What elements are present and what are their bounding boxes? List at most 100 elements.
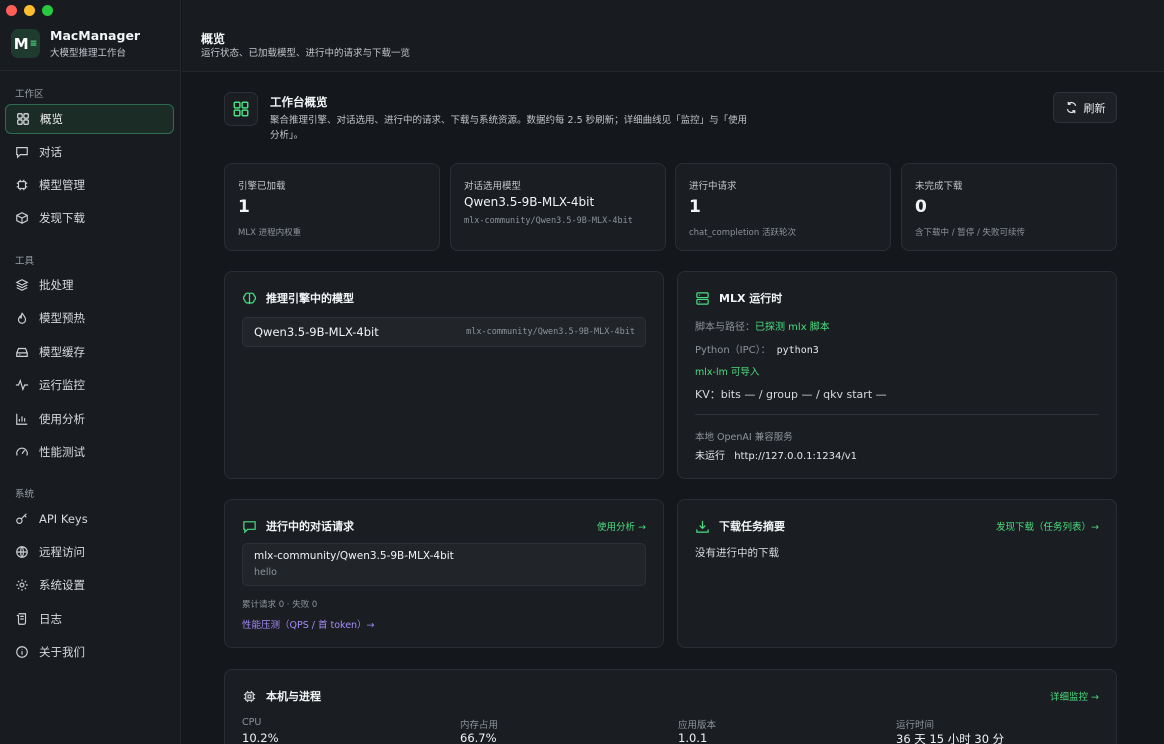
detailed-monitor-link[interactable]: 详细监控 → [1050,689,1099,703]
sidebar-item-label: 批处理 [39,278,74,292]
scroll-icon [16,613,27,625]
sidebar-item-label: 运行监控 [39,378,85,392]
chat-icon [243,520,256,534]
window-controls [6,5,53,16]
benchmark-link[interactable]: 性能压测（QPS / 首 token）→ [242,617,375,631]
sidebar: M ≡ MacManager 大模型推理工作台 工作区 概览 对话 模型管理 发现… [0,0,181,744]
stat-note: chat_completion 活跃轮次 [689,228,796,238]
bar-chart-icon [16,413,28,425]
sidebar-item-chat[interactable]: 对话 [5,137,174,167]
sidebar-item-label: 模型缓存 [39,345,85,359]
runtime-divider [695,414,1099,415]
sidebar-item-batch[interactable]: 批处理 [5,270,174,300]
runtime-service-status: 未运行 [695,451,725,462]
sidebar-item-label: 远程访问 [39,545,85,559]
sidebar-item-label: API Keys [39,512,88,526]
page-header: 概览 运行状态、已加载模型、进行中的请求与下载一览 [182,0,1164,72]
runtime-python-label: Python（IPC）： [695,345,771,356]
sidebar-item-about[interactable]: 关于我们 [5,637,174,667]
download-icon [696,520,709,533]
stat-card-active-requests: 进行中请求 1 chat_completion 活跃轮次 [675,163,891,251]
chip-icon [16,179,28,191]
close-window-button[interactable] [6,5,17,16]
refresh-icon [1066,101,1076,114]
metric-value-cpu: 10.2% [242,731,279,744]
sidebar-item-logs[interactable]: 日志 [5,604,174,634]
engine-models-title: 推理引擎中的模型 [266,292,354,305]
discover-downloads-link[interactable]: 发现下载（任务列表）→ [996,519,1099,533]
stat-value: 1 [238,197,250,217]
runtime-service-url: http://127.0.0.1:1234/v1 [734,451,857,462]
downloads-title: 下载任务摘要 [719,520,785,533]
stat-note: 含下载中 / 暂停 / 失败可续传 [915,228,1026,238]
metric-label-uptime: 运行时间 [896,720,935,731]
sidebar-item-discover[interactable]: 发现下载 [5,203,174,233]
sidebar-item-label: 关于我们 [39,645,85,659]
stat-value: Qwen3.5-9B-MLX-4bit [464,195,595,209]
sidebar-item-remote[interactable]: 远程访问 [5,537,174,567]
analytics-link[interactable]: 使用分析 → [597,519,646,533]
sidebar-item-api-keys[interactable]: API Keys [5,504,174,534]
downloads-header: 下载任务摘要 [695,518,785,534]
stat-label: 进行中请求 [689,181,737,192]
app-title: MacManager [50,28,141,43]
runtime-kv-line: KV：bits — / group — / qkv start — [695,388,887,401]
engine-model-name: Qwen3.5-9B-MLX-4bit [254,325,379,339]
metric-value-version: 1.0.1 [678,731,708,744]
sidebar-item-analytics[interactable]: 使用分析 [5,404,174,434]
chat-request-preview: hello [254,567,277,578]
stat-note: MLX 进程内权重 [238,228,302,238]
sidebar-item-models[interactable]: 模型管理 [5,170,174,200]
metric-label-memory: 内存占用 [460,720,499,731]
machine-card: 本机与进程 详细监控 → CPU 10.2% 内存占用 66.7% 应用版本 1… [224,669,1117,744]
machine-header: 本机与进程 [242,688,321,704]
runtime-script-line: 脚本与路径：已探测 mlx 脚本 [695,318,830,333]
sidebar-item-label: 系统设置 [39,578,85,592]
downloads-card: 下载任务摘要 发现下载（任务列表）→ 没有进行中的下载 [677,499,1117,648]
refresh-label: 刷新 [1083,101,1106,115]
sidebar-divider [0,70,181,71]
server-icon [696,291,709,305]
chat-requests-title: 进行中的对话请求 [266,520,354,533]
section-label-tools: 工具 [15,256,35,267]
runtime-script-value: 已探测 mlx 脚本 [755,322,830,333]
metric-value-memory: 66.7% [460,731,497,744]
sidebar-item-cache[interactable]: 模型缓存 [5,337,174,367]
mlx-runtime-card: MLX 运行时 脚本与路径：已探测 mlx 脚本 Python（IPC）： pyt… [677,271,1117,479]
info-icon [16,646,28,658]
runtime-python-line: Python（IPC）： python3 [695,341,819,356]
engine-model-row[interactable]: Qwen3.5-9B-MLX-4bit mlx-community/Qwen3.… [242,317,646,347]
sidebar-item-overview[interactable]: 概览 [5,104,174,134]
sidebar-item-monitor[interactable]: 运行监控 [5,370,174,400]
sidebar-item-warmup[interactable]: 模型预热 [5,303,174,333]
stat-label: 未完成下载 [915,181,963,192]
runtime-python-value: python3 [776,345,819,356]
overview-title: 工作台概览 [270,95,328,109]
stat-value: 0 [915,197,927,217]
chat-request-model: mlx-community/Qwen3.5-9B-MLX-4bit [254,550,454,562]
app-logo: M ≡ [11,29,40,58]
zoom-window-button[interactable] [42,5,53,16]
minimize-window-button[interactable] [24,5,35,16]
stat-card-engine-loaded: 引擎已加载 1 MLX 进程内权重 [224,163,440,251]
stat-note: mlx-community/Qwen3.5-9B-MLX-4bit [464,216,633,226]
runtime-script-label: 脚本与路径： [695,322,755,333]
sidebar-item-settings[interactable]: 系统设置 [5,570,174,600]
metric-label-version: 应用版本 [678,720,717,731]
engine-models-card: 推理引擎中的模型 Qwen3.5-9B-MLX-4bit mlx-communi… [224,271,664,479]
mlx-runtime-title: MLX 运行时 [719,292,783,305]
brain-icon [242,292,257,304]
refresh-button[interactable]: 刷新 [1053,92,1117,123]
stat-value: 1 [689,197,701,217]
sidebar-item-label: 性能测试 [39,445,85,459]
engine-models-header: 推理引擎中的模型 [242,290,354,306]
overview-description: 聚合推理引擎、对话选用、进行中的请求、下载与系统资源。数据约每 2.5 秒刷新；… [270,115,748,141]
chat-requests-header: 进行中的对话请求 [242,518,354,534]
downloads-empty-text: 没有进行中的下载 [695,547,779,559]
sidebar-item-label: 使用分析 [39,412,85,426]
stat-label: 对话选用模型 [464,181,522,192]
chat-request-row[interactable]: mlx-community/Qwen3.5-9B-MLX-4bit hello [242,543,646,586]
sidebar-item-benchmark[interactable]: 性能测试 [5,437,174,467]
sidebar-item-label: 发现下载 [39,211,85,225]
drive-icon [16,347,28,357]
